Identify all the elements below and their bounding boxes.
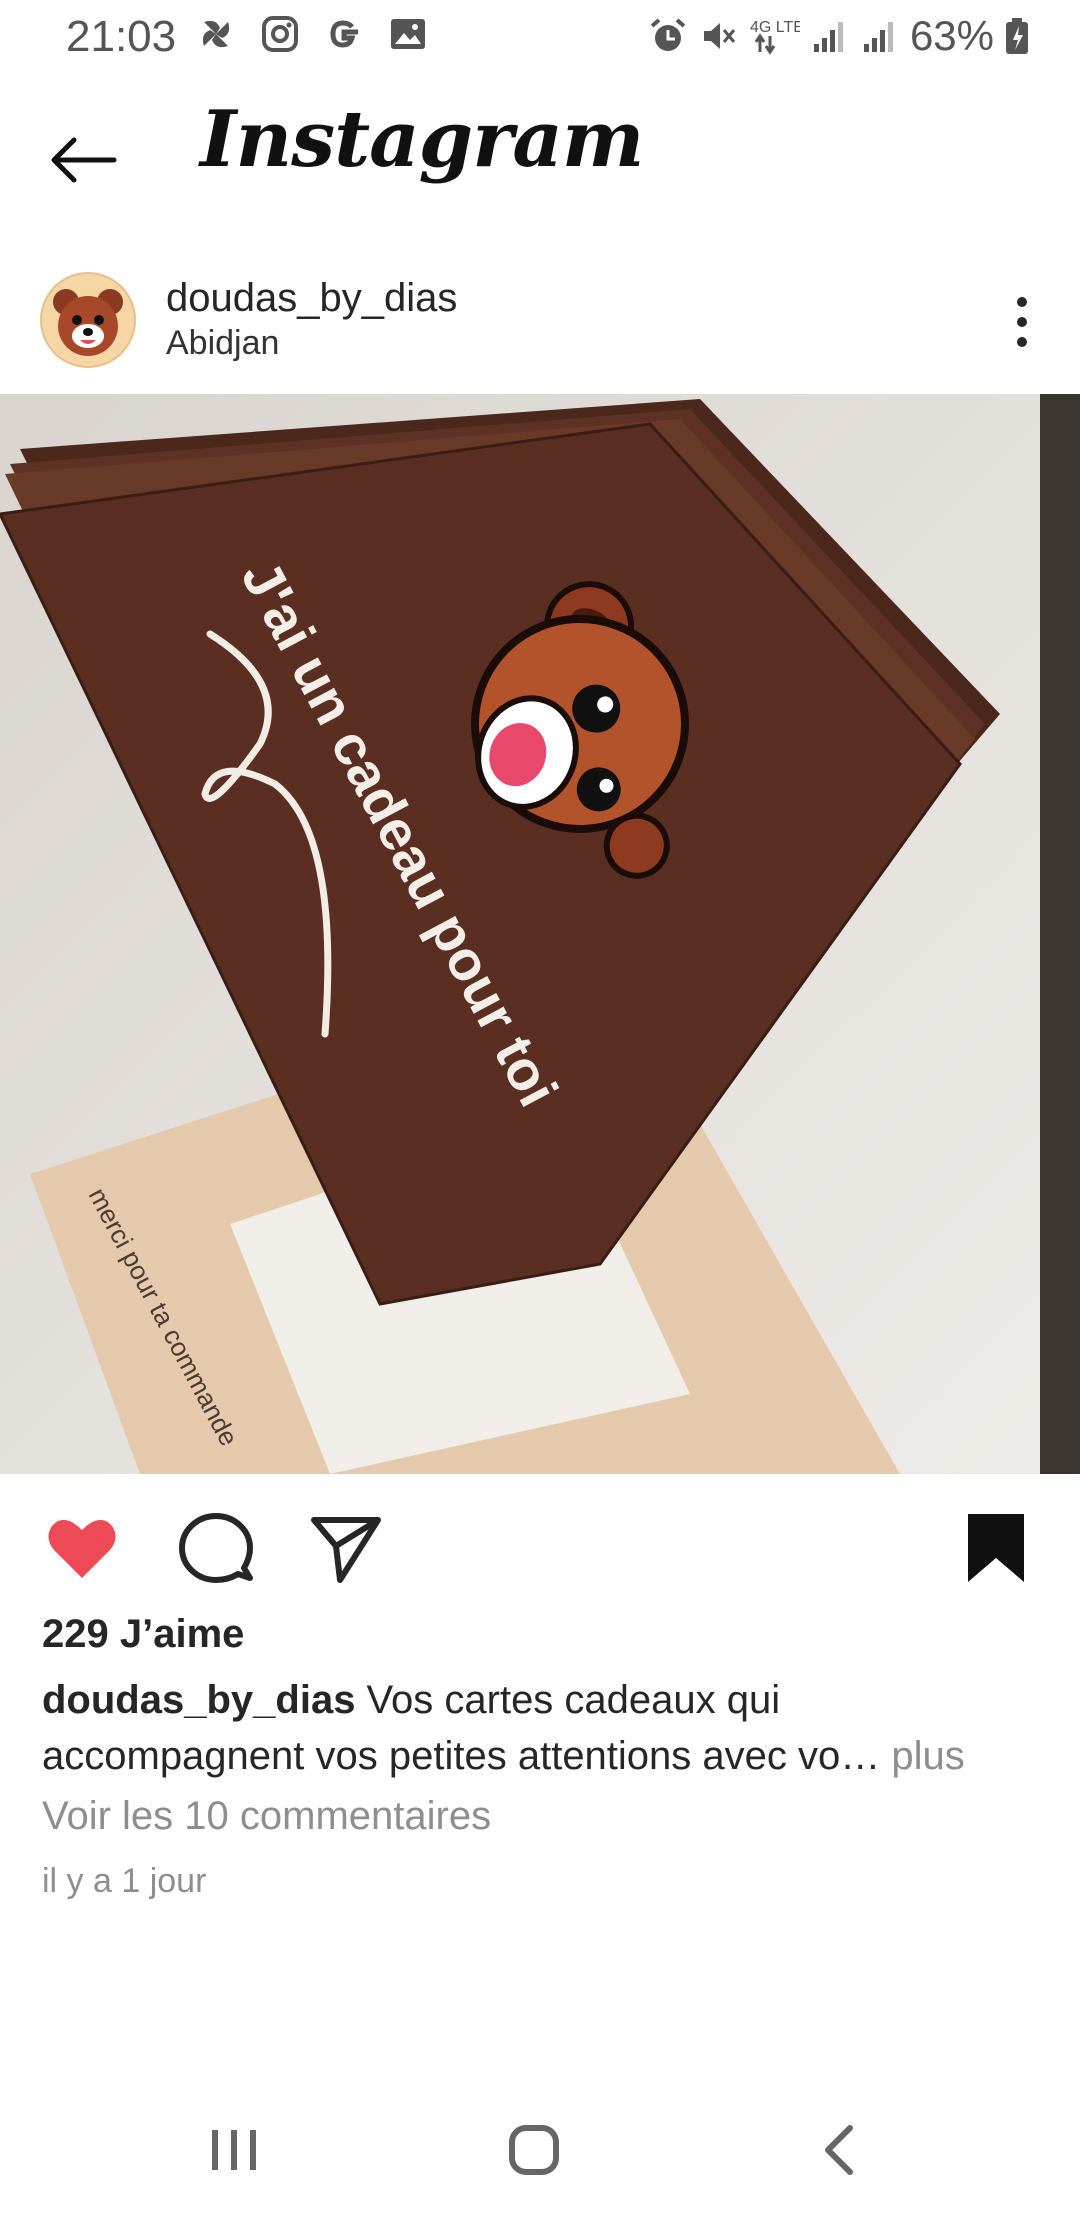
instagram-logo: Instagram (200, 94, 644, 185)
post-caption[interactable]: doudas_by_dias Vos cartes cadeaux qui ac… (42, 1672, 1042, 1784)
more-options-icon[interactable] (1002, 292, 1042, 352)
bear-avatar-icon (53, 289, 123, 356)
caption-username[interactable]: doudas_by_dias (42, 1678, 355, 1722)
post-header: doudas_by_dias Abidjan (0, 262, 1080, 392)
like-count[interactable]: 229 J’aime (42, 1612, 244, 1657)
image-icon (391, 19, 425, 49)
pinwheel-icon (202, 20, 230, 48)
alarm-icon (650, 18, 686, 51)
signal-icon (813, 22, 843, 52)
battery-icon (1006, 18, 1028, 54)
mute-icon (703, 23, 736, 49)
back-nav-icon[interactable] (810, 2120, 870, 2180)
status-bar: 21:03 4G LTE 63% (0, 0, 1080, 72)
back-arrow-icon[interactable] (44, 120, 124, 200)
status-left-icons (196, 14, 428, 54)
signal-icon (863, 22, 893, 52)
gift-cards-photo: merci pour ta commande J'ai un cadeau po… (0, 394, 1080, 1474)
instagram-icon (262, 16, 298, 52)
post-location[interactable]: Abidjan (166, 324, 279, 363)
status-right: 4G LTE 63% (648, 12, 1030, 60)
network-icon: 4G LTE (750, 19, 800, 55)
battery-percent: 63% (909, 12, 994, 59)
caption-more-link[interactable]: plus (880, 1734, 964, 1778)
bookmark-icon[interactable] (956, 1508, 1036, 1588)
post-actions (0, 1508, 1080, 1608)
google-icon (330, 20, 358, 48)
view-comments-link[interactable]: Voir les 10 commentaires (42, 1794, 491, 1839)
system-nav-bar (0, 2100, 1080, 2200)
post-username[interactable]: doudas_by_dias (166, 276, 457, 321)
home-icon[interactable] (504, 2120, 564, 2180)
post-timestamp: il y a 1 jour (42, 1862, 207, 1900)
post-image[interactable]: merci pour ta commande J'ai un cadeau po… (0, 394, 1080, 1474)
send-icon[interactable] (306, 1508, 386, 1588)
avatar[interactable] (40, 272, 136, 368)
status-time: 21:03 (66, 12, 177, 61)
comment-icon[interactable] (176, 1508, 256, 1588)
network-label: 4G LTE (750, 19, 800, 36)
recent-apps-icon[interactable] (204, 2120, 264, 2180)
app-header: Instagram (0, 80, 1080, 210)
heart-icon[interactable] (42, 1508, 122, 1588)
dark-edge (1040, 394, 1080, 1474)
